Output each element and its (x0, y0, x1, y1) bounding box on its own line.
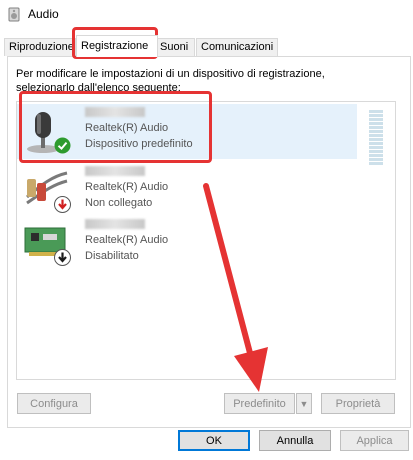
green-check-icon (54, 137, 71, 154)
tab-bar: Riproduzione Registrazione Suoni Comunic… (0, 35, 413, 57)
device-item-sound-card[interactable]: Realtek(R) Audio Disabilitato (17, 216, 357, 271)
device-driver: Realtek(R) Audio (85, 181, 169, 193)
tab-riproduzione[interactable]: Riproduzione (4, 38, 76, 56)
title-bar: Audio (0, 0, 413, 30)
apply-button[interactable]: Applica (340, 430, 409, 451)
black-down-arrow-icon (54, 249, 71, 266)
device-item-line-in[interactable]: Realtek(R) Audio Non collegato (17, 163, 357, 218)
tab-comunicazioni[interactable]: Comunicazioni (196, 38, 278, 56)
ok-button[interactable]: OK (178, 430, 250, 451)
device-name-redacted (85, 107, 145, 117)
device-name-redacted (85, 166, 145, 176)
set-default-dropdown[interactable]: ▼ (296, 393, 312, 414)
device-driver: Realtek(R) Audio (85, 234, 169, 246)
device-item-microphone[interactable]: Realtek(R) Audio Dispositivo predefinito (17, 104, 357, 159)
speaker-icon (8, 7, 20, 22)
level-meter (369, 110, 383, 168)
device-name-redacted (85, 219, 145, 229)
instruction-text: Per modificare le impostazioni di un dis… (16, 68, 325, 94)
properties-button[interactable]: Proprietà (321, 393, 395, 414)
tab-suoni[interactable]: Suoni (155, 38, 195, 56)
tab-registrazione[interactable]: Registrazione (76, 35, 158, 57)
configure-button[interactable]: Configura (17, 393, 91, 414)
device-driver: Realtek(R) Audio (85, 122, 169, 134)
red-down-arrow-icon (54, 196, 71, 213)
chevron-down-icon: ▼ (299, 399, 309, 409)
device-status: Dispositivo predefinito (85, 138, 193, 150)
device-status: Disabilitato (85, 250, 139, 262)
device-list[interactable]: Realtek(R) Audio Dispositivo predefinito… (16, 101, 396, 380)
set-default-button[interactable]: Predefinito (224, 393, 295, 414)
device-status: Non collegato (85, 197, 153, 209)
cancel-button[interactable]: Annulla (259, 430, 331, 451)
window-title: Audio (28, 7, 59, 21)
